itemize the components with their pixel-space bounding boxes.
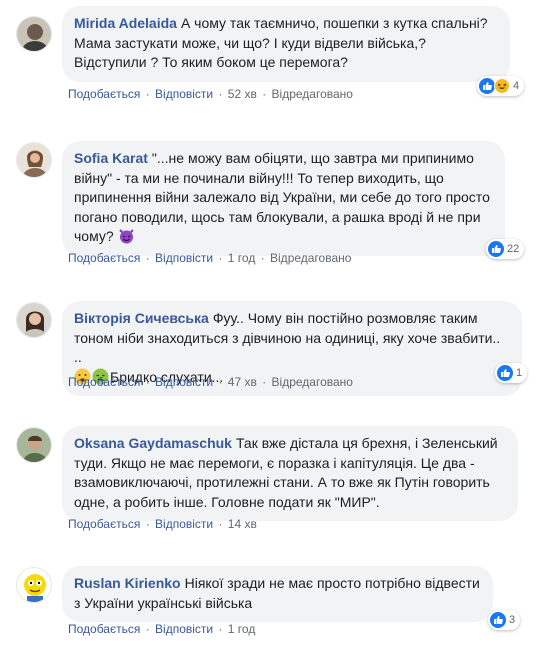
comment-time[interactable]: 14 хв [228,517,257,531]
edited-label[interactable]: Відредаговано [272,375,353,389]
avatar[interactable] [16,16,52,52]
reply-link[interactable]: Відповісти [155,622,213,636]
comment-time[interactable]: 1 год [228,622,256,636]
like-link[interactable]: Подобається [68,251,140,265]
like-link[interactable]: Подобається [68,87,140,101]
comment-actions: Подобається · Відповісти · 1 год · Відре… [68,251,352,265]
reaction-count: 1 [516,367,523,379]
reply-link[interactable]: Відповісти [155,87,213,101]
reaction-count: 22 [507,243,520,255]
comment-author[interactable]: Sofia Karat [74,150,148,166]
comment-author[interactable]: Oksana Gaydamaschuk [74,435,232,451]
devil-emoji-icon [118,227,135,244]
reaction-summary[interactable]: 22 [486,239,525,259]
haha-icon [494,78,510,94]
avatar[interactable] [16,142,52,178]
reaction-summary[interactable]: 4 [477,76,525,96]
comment-actions: Подобається · Відповісти · 1 год [68,622,256,636]
comment-time[interactable]: 47 хв [228,375,257,389]
comment-author[interactable]: Ruslan Kirienko [74,575,181,591]
like-icon [479,78,495,94]
comment-actions: Подобається · Відповісти · 47 хв · Відре… [68,375,353,389]
comment-time[interactable]: 1 год [228,251,256,265]
comment-actions: Подобається · Відповісти · 52 хв · Відре… [68,87,353,101]
edited-label[interactable]: Відредаговано [272,87,353,101]
avatar[interactable] [16,302,52,338]
comment-bubble: Ruslan Kirienko Ніякої зради не має прост… [62,566,493,622]
reply-link[interactable]: Відповісти [155,251,213,265]
comment-bubble: Mirida Adelaida А чому так таємничо, поше… [62,6,510,82]
reaction-summary[interactable]: 1 [495,363,528,383]
reaction-count: 4 [513,80,520,92]
comment-time[interactable]: 52 хв [228,87,257,101]
reaction-count: 3 [509,614,516,626]
like-link[interactable]: Подобається [68,622,140,636]
like-link[interactable]: Подобається [68,375,140,389]
reply-link[interactable]: Відповісти [155,517,213,531]
like-icon [497,365,513,381]
avatar[interactable] [16,567,52,603]
like-icon [490,612,506,628]
like-link[interactable]: Подобається [68,517,140,531]
comment-bubble: Oksana Gaydamaschuk Так вже дістала ця бр… [62,426,518,521]
comment-author[interactable]: Mirida Adelaida [74,15,177,31]
comment-bubble: Sofia Karat "...не можу вам обіцяти, що з… [62,141,505,256]
comment-actions: Подобається · Відповісти · 14 хв [68,517,257,531]
edited-label[interactable]: Відредаговано [270,251,351,265]
avatar[interactable] [16,427,52,463]
comment-author[interactable]: Вікторія Сичевська [74,310,209,326]
like-icon [488,241,504,257]
reply-link[interactable]: Відповісти [155,375,213,389]
reaction-summary[interactable]: 3 [488,610,521,630]
